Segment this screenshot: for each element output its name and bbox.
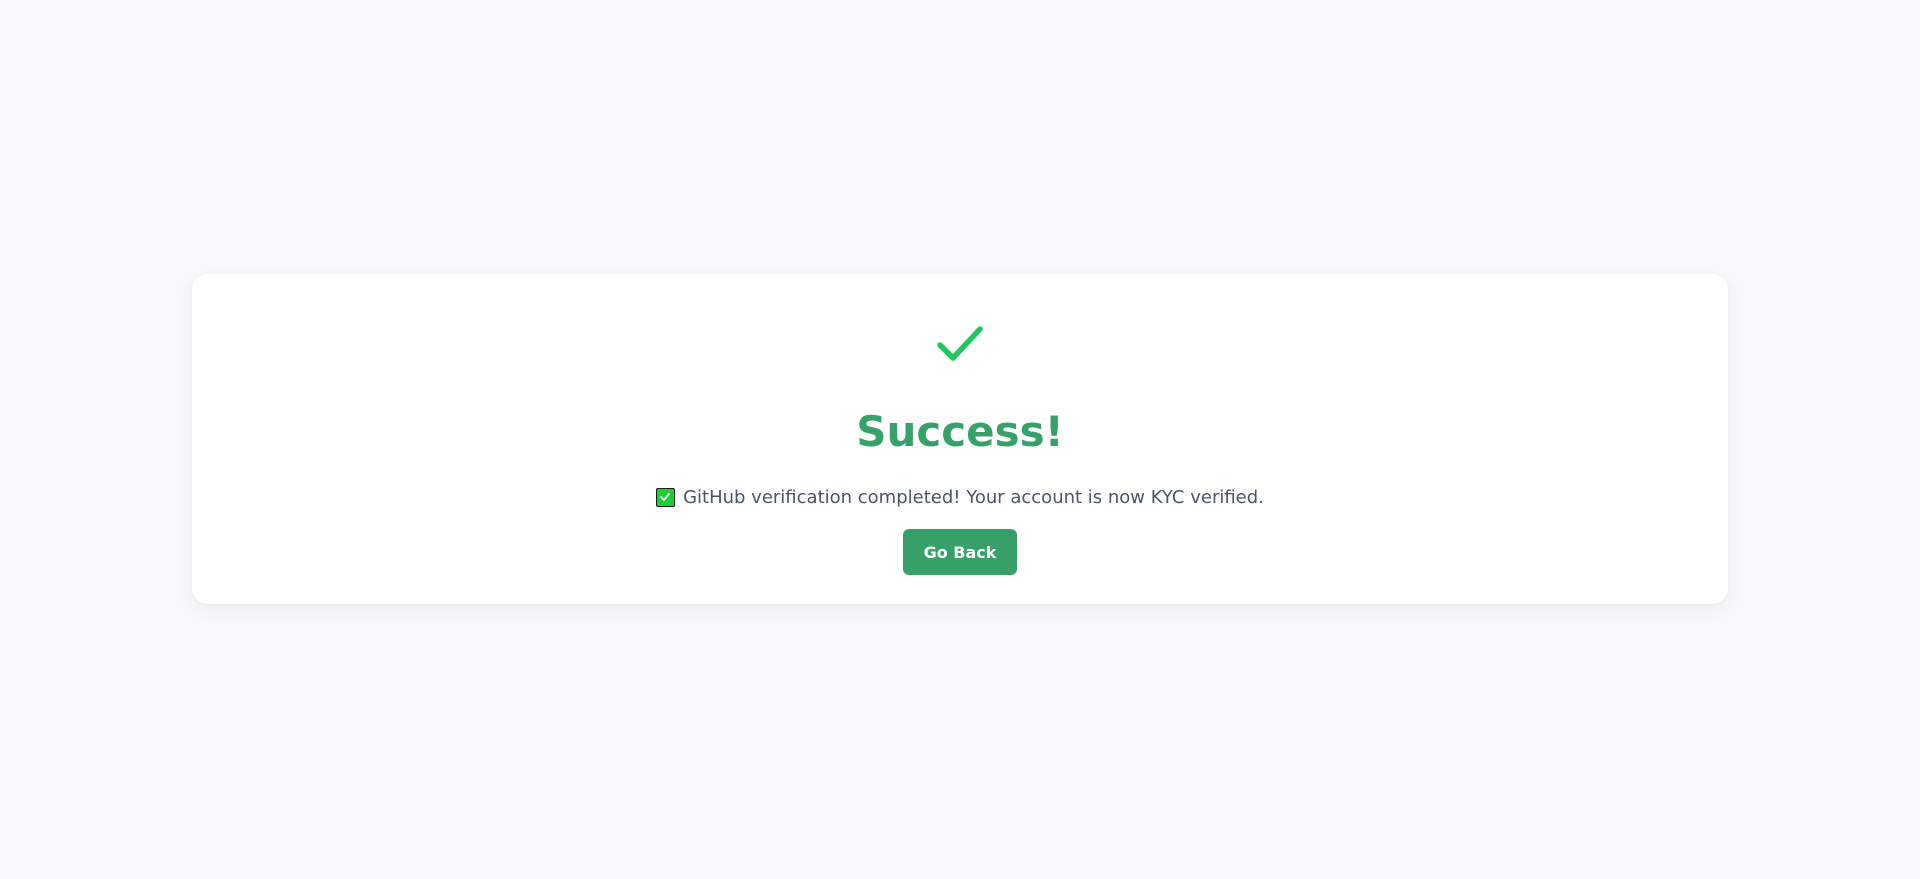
success-message: GitHub verification completed! Your acco…	[683, 486, 1264, 508]
green-checkbox-icon	[656, 487, 676, 507]
success-page: Success! GitHub verification completed! …	[0, 0, 1920, 879]
success-message-row: GitHub verification completed! Your acco…	[0, 482, 1920, 512]
go-back-button[interactable]: Go Back	[903, 529, 1017, 575]
checkmark-icon	[937, 326, 983, 361]
success-title: Success!	[856, 407, 1064, 456]
